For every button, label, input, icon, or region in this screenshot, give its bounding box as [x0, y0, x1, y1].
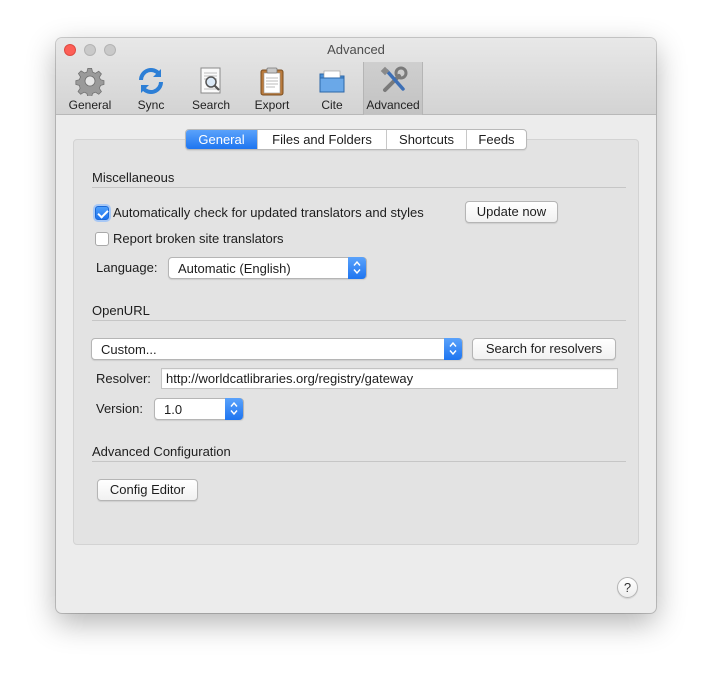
report-broken-translators-label: Report broken site translators	[113, 231, 284, 246]
version-select-value: 1.0	[164, 402, 183, 417]
resolver-label: Resolver:	[96, 371, 151, 386]
help-button[interactable]: ?	[617, 577, 638, 598]
language-label: Language:	[96, 260, 158, 275]
chevron-up-down-icon	[444, 338, 462, 360]
tab-general[interactable]: General	[186, 130, 258, 149]
tab-files-and-folders[interactable]: Files and Folders	[258, 130, 387, 149]
tab-shortcuts[interactable]: Shortcuts	[387, 130, 467, 149]
auto-check-translators-checkbox[interactable]	[95, 206, 109, 220]
preferences-window: Advanced General Sync Search Export Cite…	[56, 38, 656, 613]
title-bar: Advanced General Sync Search Export Cite…	[56, 38, 656, 115]
section-title-advanced-configuration: Advanced Configuration	[92, 444, 231, 459]
version-select[interactable]: 1.0	[154, 398, 244, 420]
language-select[interactable]: Automatic (English)	[168, 257, 367, 279]
report-broken-translators-checkbox[interactable]	[95, 232, 109, 246]
toolbar-item-general[interactable]: General	[60, 62, 120, 115]
toolbar-item-cite[interactable]: Cite	[302, 62, 362, 115]
tab-bar: General Files and Folders Shortcuts Feed…	[185, 129, 527, 150]
toolbar-item-search[interactable]: Search	[181, 62, 241, 115]
section-title-openurl: OpenURL	[92, 303, 150, 318]
tools-icon	[380, 66, 408, 92]
resolver-url-field[interactable]: http://worldcatlibraries.org/registry/ga…	[161, 368, 618, 389]
language-select-value: Automatic (English)	[178, 261, 291, 276]
auto-check-translators-label: Automatically check for updated translat…	[113, 205, 424, 220]
section-divider	[92, 461, 626, 462]
folder-icon	[319, 70, 345, 93]
sync-icon	[139, 68, 163, 94]
chevron-up-down-icon	[348, 257, 366, 279]
toolbar-label-cite: Cite	[321, 98, 343, 112]
toolbar-label-general: General	[68, 98, 112, 112]
chevron-up-down-icon	[225, 398, 243, 420]
clipboard-icon	[260, 67, 284, 96]
toolbar-item-sync[interactable]: Sync	[121, 62, 181, 115]
search-document-icon	[200, 67, 221, 94]
tab-feeds[interactable]: Feeds	[467, 130, 526, 149]
toolbar-label-search: Search	[191, 98, 231, 112]
section-divider	[92, 187, 626, 188]
toolbar-label-export: Export	[254, 98, 290, 112]
section-title-miscellaneous: Miscellaneous	[92, 170, 175, 185]
resolver-preset-select[interactable]: Custom...	[91, 338, 463, 360]
toolbar-label-advanced: Advanced	[366, 98, 420, 112]
update-now-button[interactable]: Update now	[465, 201, 558, 223]
toolbar-label-sync: Sync	[137, 98, 165, 112]
resolver-preset-value: Custom...	[101, 342, 157, 357]
gear-icon	[75, 67, 105, 96]
window-title: Advanced	[327, 42, 385, 57]
section-divider	[92, 320, 626, 321]
toolbar-item-export[interactable]: Export	[242, 62, 302, 115]
toolbar-item-advanced[interactable]: Advanced	[363, 62, 423, 115]
search-for-resolvers-button[interactable]: Search for resolvers	[472, 338, 616, 360]
version-label: Version:	[96, 401, 143, 416]
config-editor-button[interactable]: Config Editor	[97, 479, 198, 501]
